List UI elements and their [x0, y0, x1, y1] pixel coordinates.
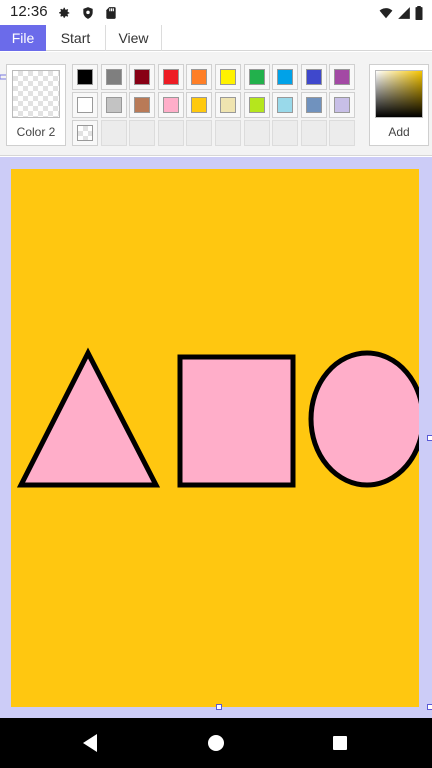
swatch-color	[334, 69, 351, 85]
menu-tab-bar: File Start View	[0, 25, 432, 51]
palette-color-swatch[interactable]	[272, 92, 299, 118]
custom-color-slot[interactable]	[129, 120, 156, 146]
palette-color-swatch[interactable]	[129, 92, 156, 118]
ellipse-shape[interactable]	[308, 350, 419, 488]
swatch-color	[248, 97, 265, 113]
home-icon[interactable]	[204, 731, 228, 755]
swatch-color	[191, 97, 208, 113]
palette-color-swatch[interactable]	[329, 64, 356, 90]
color2-swatch[interactable]	[12, 70, 60, 118]
swatch-color	[334, 97, 351, 113]
settings-gear-icon	[59, 7, 70, 18]
back-icon[interactable]	[79, 731, 103, 755]
swatch-color	[162, 97, 179, 113]
palette-color-swatch[interactable]	[186, 64, 213, 90]
swatch-color	[105, 97, 122, 113]
wifi-icon	[379, 8, 393, 19]
palette-color-swatch[interactable]	[100, 64, 127, 90]
palette-color-swatch[interactable]	[72, 92, 98, 118]
color2-selector[interactable]: Color 2	[6, 64, 66, 146]
palette-color-swatch[interactable]	[215, 92, 241, 118]
palette-color-swatch[interactable]	[243, 64, 270, 90]
swatch-color	[134, 97, 151, 113]
canvas-workspace	[0, 157, 432, 718]
swatch-color	[220, 69, 236, 85]
custom-color-slot[interactable]	[215, 120, 241, 146]
palette-color-swatch[interactable]	[157, 92, 184, 118]
color-gradient-preview	[375, 70, 423, 118]
custom-color-slot[interactable]	[157, 120, 184, 146]
color-palette	[72, 64, 358, 148]
swatch-color	[248, 69, 265, 85]
swatch-color	[305, 97, 322, 113]
custom-color-slot[interactable]	[272, 120, 299, 146]
triangle-shape[interactable]	[16, 347, 161, 488]
custom-color-slot[interactable]	[300, 120, 327, 146]
palette-color-swatch[interactable]	[72, 64, 98, 90]
palette-color-swatch[interactable]	[272, 64, 299, 90]
status-time: 12:36	[10, 3, 48, 20]
palette-color-swatch[interactable]	[100, 92, 127, 118]
tab-view[interactable]: View	[106, 25, 162, 51]
sd-card-icon	[106, 7, 116, 19]
swatch-color	[77, 97, 93, 113]
swatch-color	[105, 69, 122, 85]
color-ribbon: Color 2 Add	[0, 52, 432, 156]
system-nav-bar	[0, 718, 432, 768]
palette-color-swatch[interactable]	[157, 64, 184, 90]
recents-icon[interactable]	[328, 731, 352, 755]
swatch-color	[220, 97, 236, 113]
tab-file[interactable]: File	[0, 25, 46, 51]
swatch-color	[305, 69, 322, 85]
add-color-button[interactable]: Add	[369, 64, 429, 146]
palette-color-swatch[interactable]	[215, 64, 241, 90]
tab-start[interactable]: Start	[46, 25, 106, 51]
transparent-swatch	[77, 125, 93, 141]
swatch-color	[162, 69, 179, 85]
custom-color-slot[interactable]	[243, 120, 270, 146]
custom-color-slot[interactable]	[329, 120, 356, 146]
custom-color-transparent[interactable]	[72, 120, 98, 146]
palette-color-swatch[interactable]	[243, 92, 270, 118]
battery-icon	[415, 6, 423, 20]
shield-icon	[83, 7, 93, 19]
resize-handle-corner[interactable]	[427, 704, 432, 710]
status-bar: 12:36	[0, 0, 432, 25]
custom-color-slot[interactable]	[186, 120, 213, 146]
signal-icon	[398, 7, 410, 19]
resize-handle-right[interactable]	[427, 435, 432, 441]
swatch-color	[277, 69, 294, 85]
resize-handle-bottom[interactable]	[216, 704, 222, 710]
palette-color-swatch[interactable]	[300, 92, 327, 118]
color2-label: Color 2	[16, 125, 56, 139]
palette-color-swatch[interactable]	[329, 92, 356, 118]
swatch-color	[277, 97, 294, 113]
add-color-label: Add	[388, 125, 410, 139]
swatch-color	[191, 69, 208, 85]
palette-color-swatch[interactable]	[186, 92, 213, 118]
rectangle-shape[interactable]	[177, 354, 296, 488]
canvas-shapes[interactable]	[11, 169, 419, 707]
palette-color-swatch[interactable]	[300, 64, 327, 90]
swatch-color	[134, 69, 151, 85]
palette-color-swatch[interactable]	[129, 64, 156, 90]
custom-color-slot[interactable]	[100, 120, 127, 146]
swatch-color	[77, 69, 93, 85]
